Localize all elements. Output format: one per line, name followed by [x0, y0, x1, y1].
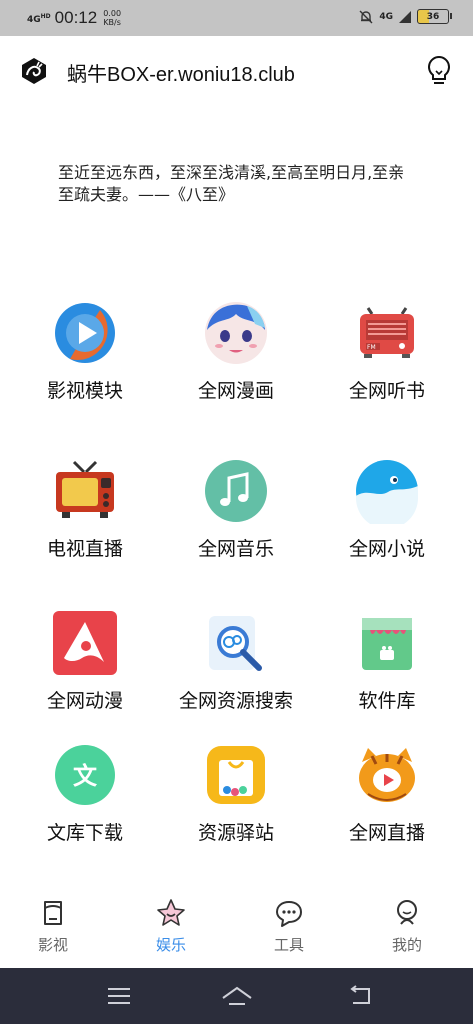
whale-icon — [356, 460, 418, 524]
grid-item-comics[interactable]: 全网漫画 — [161, 300, 311, 403]
play-circle-icon — [55, 303, 115, 363]
system-nav-bar — [0, 968, 473, 1024]
grid-label: 全网动漫 — [46, 690, 123, 712]
quote-text: 至近至远东西，至深至浅清溪,至高至明日月,至亲至疏夫妻。——《八至》 — [58, 163, 405, 204]
lightbulb-icon[interactable] — [425, 54, 453, 86]
tab-tools[interactable]: 工具 — [239, 898, 339, 955]
grid-item-software-library[interactable]: 软件库 — [312, 610, 462, 713]
magnifier-search-icon — [209, 616, 262, 671]
tab-film[interactable]: 影视 — [3, 898, 103, 955]
anime-avatar-icon — [205, 302, 267, 364]
bookmark-icon — [44, 901, 62, 925]
bottom-nav: 影视 娱乐 工具 我的 — [0, 888, 473, 968]
star-icon — [157, 899, 185, 926]
network-speed: 0.00 KB/s — [103, 9, 121, 27]
grid-label: 电视直播 — [46, 538, 123, 560]
grid-item-music[interactable]: 全网音乐 — [161, 458, 311, 561]
app-title: 蜗牛BOX-er.woniu18.club — [67, 64, 295, 86]
document-text-icon: 文 — [55, 745, 115, 805]
status-left: 4GHD 00:12 0.00 KB/s — [27, 8, 121, 28]
shopping-bag-icon — [207, 746, 265, 804]
grid-label: 全网听书 — [348, 380, 425, 402]
status-right: 4G 36 — [359, 9, 452, 24]
grid-label: 全网小说 — [348, 538, 425, 560]
mute-bell-icon — [359, 10, 373, 23]
svg-text:FM: FM — [367, 344, 376, 351]
radio-icon: FM — [360, 307, 414, 358]
grid-label: 全网音乐 — [197, 538, 274, 560]
back-icon[interactable] — [347, 982, 375, 1010]
grid-label: 影视模块 — [46, 380, 123, 402]
home-icon[interactable] — [221, 982, 253, 1010]
grid-item-novels[interactable]: 全网小说 — [312, 458, 462, 561]
grid-label: 全网漫画 — [197, 380, 274, 402]
battery-icon: 36 — [417, 9, 452, 24]
snail-logo-icon[interactable] — [20, 57, 48, 85]
nav-label: 影视 — [37, 936, 68, 954]
network-type: 4G — [379, 11, 393, 22]
tab-me[interactable]: 我的 — [357, 898, 457, 955]
nav-label: 工具 — [273, 936, 304, 954]
clock: 00:12 — [54, 8, 98, 27]
menu-icon[interactable] — [105, 982, 133, 1010]
tab-entertainment[interactable]: 娱乐 — [121, 898, 221, 955]
music-note-icon — [205, 460, 267, 522]
hd-label: HD — [40, 12, 51, 20]
status-bar: 4GHD 00:12 0.00 KB/s 4G 36 — [0, 0, 473, 36]
tv-icon — [56, 460, 114, 518]
tiger-live-icon — [359, 748, 415, 802]
speed-unit: KB/s — [103, 18, 121, 27]
battery-level: 36 — [426, 11, 440, 22]
adobe-air-icon — [53, 611, 117, 675]
grid-item-live-stream[interactable]: 全网直播 — [312, 742, 462, 845]
nav-label: 娱乐 — [155, 936, 186, 954]
grid-item-animation[interactable]: 全网动漫 — [10, 610, 160, 713]
grid-label: 全网资源搜索 — [178, 690, 293, 712]
grid-label: 资源驿站 — [197, 822, 274, 844]
svg-text:文: 文 — [73, 762, 98, 790]
grid-item-audiobooks[interactable]: FM 全网听书 — [312, 300, 462, 403]
grid-item-tv-live[interactable]: 电视直播 — [10, 458, 160, 561]
grid-item-resource-station[interactable]: 资源驿站 — [161, 742, 311, 845]
speed-value: 0.00 — [103, 9, 122, 18]
app-header: 蜗牛BOX-er.woniu18.club — [0, 36, 473, 106]
grid-label: 全网直播 — [348, 822, 425, 844]
grid-item-resource-search[interactable]: 全网资源搜索 — [161, 610, 311, 713]
grid-item-film[interactable]: 影视模块 — [10, 300, 160, 403]
grid-label: 软件库 — [358, 690, 416, 712]
grid-label: 文库下载 — [46, 822, 123, 844]
chat-bubble-icon — [276, 901, 302, 927]
android-bag-icon — [362, 618, 412, 670]
signal-label: 4G — [27, 14, 41, 25]
signal-indicator: 4GHD — [27, 12, 51, 25]
nav-label: 我的 — [391, 936, 422, 954]
grid-item-doc-download[interactable]: 文 文库下载 — [10, 742, 160, 845]
cell-signal-icon — [399, 10, 411, 23]
person-icon — [397, 900, 417, 925]
